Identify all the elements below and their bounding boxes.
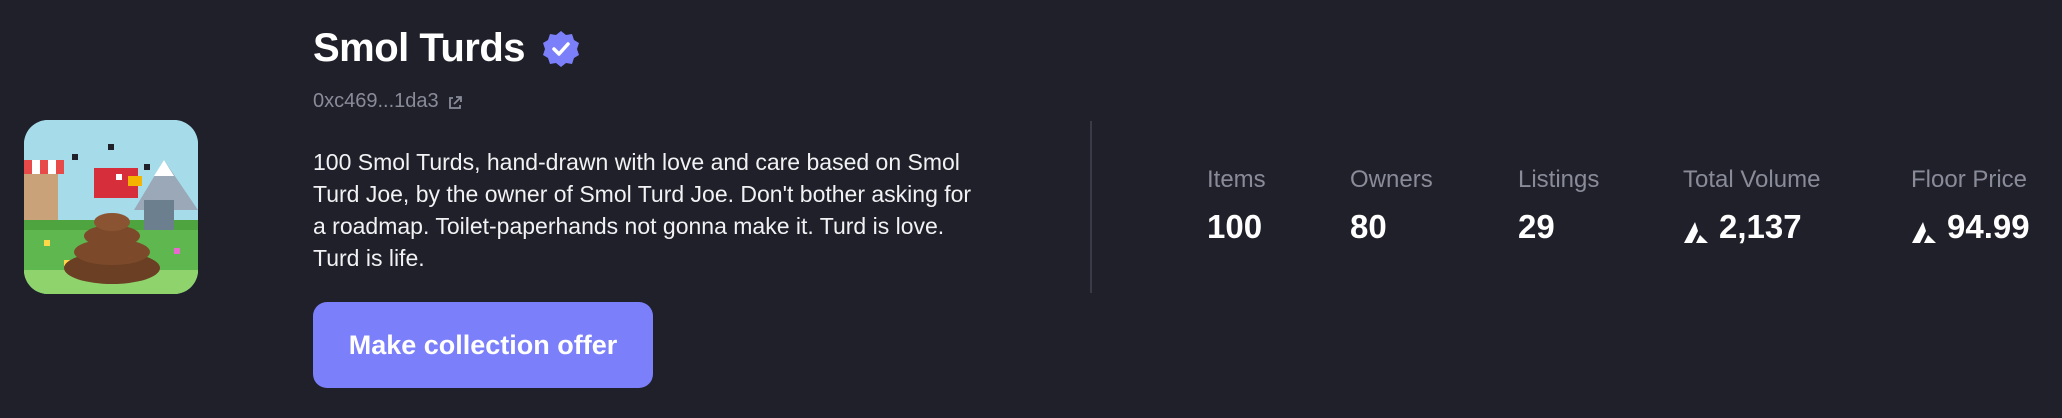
stat-listings-value: 29 [1518,208,1555,245]
stat-floor-price-label: Floor Price [1911,166,2028,193]
avax-icon [1683,215,1709,243]
collection-header: Smol Turds [313,26,581,71]
stat-total-volume-label: Total Volume [1683,166,1821,193]
contract-address-link[interactable]: 0xc469...1da3 [313,90,463,113]
external-link-icon [447,94,463,110]
collection-description: 100 Smol Turds, hand-drawn with love and… [313,149,972,271]
stat-listings-label: Listings [1518,166,1600,193]
verified-badge-icon [541,29,581,69]
stat-items-value: 100 [1207,208,1263,245]
stat-items: Items 100 [1207,166,1266,246]
stat-total-volume-value: 2,137 [1719,208,1802,245]
stat-floor-price: Floor Price 94.99 [1911,166,2030,246]
contract-address: 0xc469...1da3 [313,90,439,112]
stat-owners-value: 80 [1350,208,1387,245]
stat-owners-label: Owners [1350,166,1433,193]
stat-floor-price-value: 94.99 [1947,208,2030,245]
make-collection-offer-button[interactable]: Make collection offer [313,302,653,388]
avax-icon [1911,215,1937,243]
collection-avatar-image [24,120,198,294]
stats-divider [1090,121,1092,293]
stat-items-label: Items [1207,166,1266,193]
stat-listings: Listings 29 [1518,166,1599,246]
collection-avatar [24,120,198,294]
stat-owners: Owners 80 [1350,166,1433,246]
stat-total-volume: Total Volume 2,137 [1683,166,1820,246]
collection-name: Smol Turds [313,26,526,70]
